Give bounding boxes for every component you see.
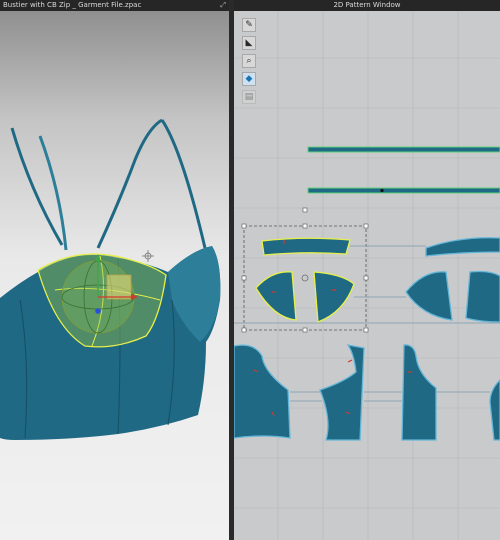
selection-pivot-icon bbox=[301, 274, 309, 282]
garment-3d-view[interactable] bbox=[0, 0, 229, 540]
move-cursor-icon bbox=[142, 250, 154, 262]
right-back-strap bbox=[160, 119, 207, 249]
cup-right-half-selected[interactable] bbox=[313, 271, 355, 323]
selection-handles[interactable] bbox=[241, 207, 369, 333]
gizmo-z-handle[interactable] bbox=[95, 308, 101, 314]
strap-pattern-1[interactable] bbox=[307, 146, 500, 153]
cup-left-half-selected[interactable] bbox=[255, 271, 297, 321]
side-panel-pattern[interactable] bbox=[319, 344, 365, 441]
upper-cup-band-mirror[interactable] bbox=[425, 237, 500, 257]
viewport-3d[interactable]: Bustier with CB Zip _ Garment File.zpac … bbox=[0, 0, 229, 540]
upper-cup-band-selected[interactable] bbox=[261, 237, 351, 256]
cup-right-half-mirror[interactable] bbox=[465, 270, 500, 323]
paint-bucket-icon[interactable]: ◣ bbox=[242, 36, 256, 50]
pattern-window-2d[interactable]: 2D Pattern Window ✎ ◣ ⌕ ◆ ▤ bbox=[234, 0, 500, 540]
strap-notch bbox=[380, 188, 384, 193]
back-panel-pattern[interactable] bbox=[234, 344, 291, 439]
zoom-tool-icon[interactable]: ⌕ bbox=[242, 54, 256, 68]
gizmo-plane-handle[interactable] bbox=[106, 274, 132, 300]
strap-pattern-2[interactable] bbox=[307, 187, 500, 194]
pattern-fill-icon[interactable]: ◆ bbox=[242, 72, 256, 86]
front-panel-pattern[interactable] bbox=[401, 344, 437, 441]
pattern-toolbar: ✎ ◣ ⌕ ◆ ▤ bbox=[242, 18, 256, 108]
right-front-strap bbox=[96, 118, 163, 249]
left-front-strap bbox=[38, 135, 68, 251]
front-panel-mirror[interactable] bbox=[489, 379, 500, 441]
brush-tool-icon[interactable]: ✎ bbox=[242, 18, 256, 32]
layer-tool-icon[interactable]: ▤ bbox=[242, 90, 256, 104]
pattern-canvas[interactable] bbox=[234, 0, 500, 540]
